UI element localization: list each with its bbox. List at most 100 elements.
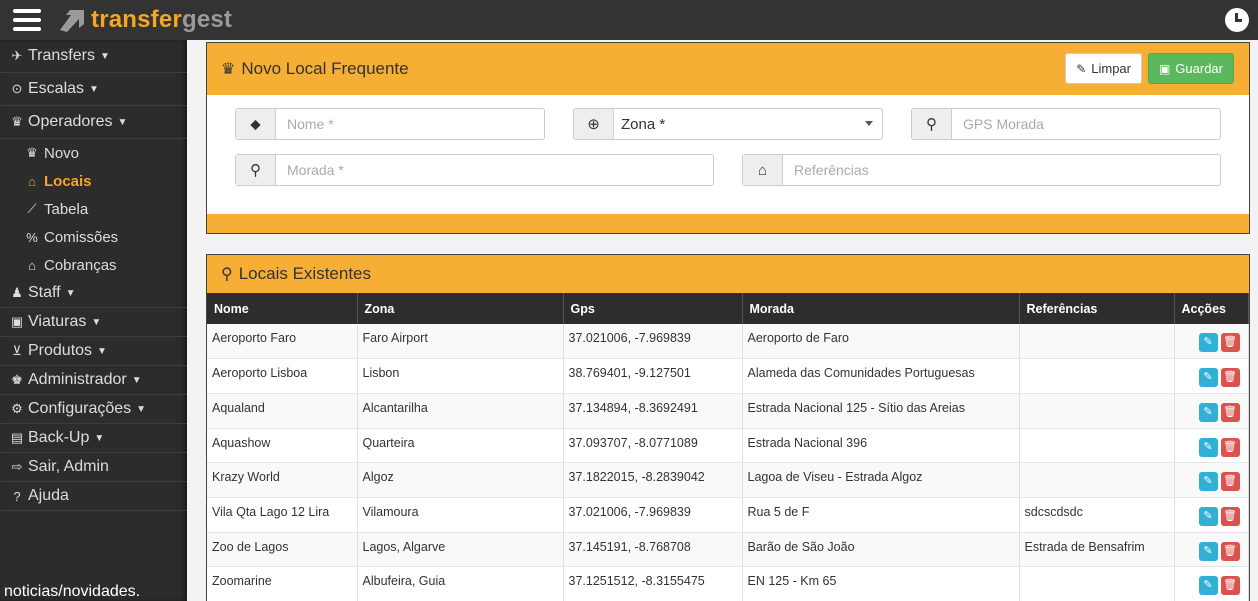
sidebar-item-ajuda[interactable]: ? Ajuda xyxy=(0,482,187,511)
chevron-down-icon: ▼ xyxy=(99,50,110,62)
chevron-down-icon: ▼ xyxy=(136,403,147,415)
cell-zona: Lisbon xyxy=(357,358,564,394)
table-row[interactable]: Zoomarine Albufeira, Guia 37.1251512, -8.3… xyxy=(207,566,1249,601)
gps-input[interactable] xyxy=(952,109,1220,139)
cell-actions: ✎ 🗑 xyxy=(1174,566,1249,601)
table-row[interactable]: Vila Qta Lago 12 Lira Vilamoura 37.021006,… xyxy=(207,497,1249,533)
trash-icon[interactable]: 🗑 xyxy=(1220,576,1240,596)
sidebar-item-label: Escalas xyxy=(28,80,85,97)
table-row[interactable]: Zoo de Lagos Lagos, Algarve 37.145191, -8.… xyxy=(207,532,1249,568)
cell-morada: Aeroporto de Faro xyxy=(742,324,1020,360)
sidebar-item-label: Ajuda xyxy=(28,487,69,504)
column-header[interactable]: Morada xyxy=(742,293,1020,324)
user-icon: ♟ xyxy=(11,285,23,300)
zona-field: ⊕ Zona * xyxy=(573,108,883,140)
table-row[interactable]: Aquashow Quarteira 37.093707, -8.0771089 Es… xyxy=(207,428,1249,464)
edit-icon[interactable]: ✎ xyxy=(1198,576,1218,596)
cell-gps: 37.021006, -7.969839 xyxy=(563,497,743,533)
cell-nome: Aqualand xyxy=(207,393,358,429)
table-row[interactable]: Aeroporto Lisboa Lisbon 38.769401, -9.1275… xyxy=(207,358,1249,394)
chevron-down-icon: ▼ xyxy=(117,116,128,128)
edit-icon[interactable]: ✎ xyxy=(1198,333,1218,352)
list-title: Locais Existentes xyxy=(238,264,372,283)
sidebar-item-viaturas[interactable]: ▣ Viaturas ▼ xyxy=(0,308,187,337)
news-link[interactable]: noticias/novidades. xyxy=(4,583,140,601)
zona-select[interactable]: Zona * xyxy=(614,109,882,139)
chevron-down-icon: ▼ xyxy=(91,316,102,328)
sidebar-sub-locais[interactable]: ⌂ Locais xyxy=(0,167,187,195)
edit-icon[interactable]: ✎ xyxy=(1198,437,1218,457)
cell-ref xyxy=(1019,393,1175,429)
map-marker-icon: ⚲ xyxy=(221,266,233,283)
sidebar-item-transfers[interactable]: ✈ Transfers ▼ xyxy=(0,40,187,73)
home-icon: ⌂ xyxy=(743,155,783,185)
sidebar-item-escalas[interactable]: ⊙ Escalas ▼ xyxy=(0,73,187,106)
admin-icon: ♚ xyxy=(11,372,23,387)
column-header[interactable]: Gps xyxy=(563,293,743,324)
crown-icon: ♛ xyxy=(11,114,23,129)
save-button[interactable]: ▣ Guardar xyxy=(1147,53,1234,84)
sidebar-sub-label: Novo xyxy=(44,144,80,162)
clock-icon[interactable] xyxy=(1225,8,1249,32)
column-header[interactable]: Referências xyxy=(1019,293,1175,324)
map-marker-icon: ⚲ xyxy=(912,109,952,139)
edit-icon[interactable]: ✎ xyxy=(1198,541,1218,561)
trash-icon[interactable]: 🗑 xyxy=(1220,541,1240,561)
trash-icon[interactable]: 🗑 xyxy=(1220,437,1240,457)
cell-morada: Barão de São João xyxy=(742,532,1020,568)
question-icon: ? xyxy=(13,488,21,504)
table-row[interactable]: Aeroporto Faro Faro Airport 37.021006, -7.… xyxy=(207,324,1249,360)
trash-icon[interactable]: 🗑 xyxy=(1220,402,1240,422)
edit-icon[interactable]: ✎ xyxy=(1198,368,1218,388)
trash-icon[interactable]: 🗑 xyxy=(1220,333,1240,352)
sidebar-sub-tabela[interactable]: ⟋ Tabela xyxy=(0,195,187,223)
sidebar-item-operadores[interactable]: ♛ Operadores ▼ xyxy=(0,106,187,139)
sidebar-sub-novo[interactable]: ♛ Novo xyxy=(0,139,187,167)
trash-icon[interactable]: 🗑 xyxy=(1220,472,1240,492)
referencias-input[interactable] xyxy=(783,155,1220,185)
sidebar-item-label: Produtos xyxy=(28,342,93,359)
sidebar-sub-cobrancas[interactable]: ⌂ Cobranças xyxy=(0,251,187,279)
save-label: Guardar xyxy=(1175,61,1223,76)
cell-actions: ✎ 🗑 xyxy=(1174,324,1249,360)
edit-icon[interactable]: ✎ xyxy=(1198,506,1218,526)
edit-icon[interactable]: ✎ xyxy=(1198,472,1218,492)
morada-input[interactable] xyxy=(276,155,713,185)
table-row[interactable]: Aqualand Alcantarilha 37.134894, -8.369249… xyxy=(207,393,1249,429)
logo[interactable]: transfergest xyxy=(57,6,232,34)
nome-input[interactable] xyxy=(276,109,544,139)
trash-icon[interactable]: 🗑 xyxy=(1220,506,1240,526)
sidebar-sub-label: Tabela xyxy=(44,200,89,218)
table-row[interactable]: Krazy World Algoz 37.1822015, -8.2839042 La… xyxy=(207,462,1249,498)
cell-zona: Lagos, Algarve xyxy=(357,532,564,568)
cell-actions: ✎ 🗑 xyxy=(1174,393,1249,429)
cell-ref xyxy=(1019,358,1175,394)
signout-icon: ⇨ xyxy=(11,459,23,474)
card-footer xyxy=(207,214,1249,233)
sidebar-sub-comissoes[interactable]: % Comissões xyxy=(0,223,187,251)
sidebar-item-configuracoes[interactable]: ⚙ Configurações ▼ xyxy=(0,395,187,424)
cell-ref: sdcscdsdc xyxy=(1019,497,1175,533)
cell-ref xyxy=(1019,566,1175,601)
cell-zona: Albufeira, Guia xyxy=(357,566,564,601)
cell-actions: ✎ 🗑 xyxy=(1174,462,1249,498)
trash-icon[interactable]: 🗑 xyxy=(1220,368,1240,388)
clear-button[interactable]: ✎ Limpar xyxy=(1065,53,1142,84)
column-header[interactable]: Zona xyxy=(357,293,564,324)
hamburger-menu-icon[interactable] xyxy=(13,9,41,31)
chevron-down-icon: ▼ xyxy=(94,432,105,444)
top-bar: transfergest xyxy=(0,0,1258,40)
sidebar-item-administrador[interactable]: ♚ Administrador ▼ xyxy=(0,366,187,395)
clock-icon: ⊙ xyxy=(11,81,23,96)
locations-list-card: ⚲ Locais Existentes Nome Zona Gps Morada… xyxy=(206,254,1250,601)
sidebar-item-sair[interactable]: ⇨ Sair, Admin xyxy=(0,453,187,482)
cell-gps: 38.769401, -9.127501 xyxy=(563,358,743,394)
cell-zona: Vilamoura xyxy=(357,497,564,533)
crosshair-icon: ⊕ xyxy=(574,109,614,139)
sidebar-item-backup[interactable]: ▤ Back-Up ▼ xyxy=(0,424,187,453)
save-icon: ▣ xyxy=(1158,61,1171,76)
sidebar-item-produtos[interactable]: ⊻ Produtos ▼ xyxy=(0,337,187,366)
column-header[interactable]: Nome xyxy=(207,293,358,324)
sidebar-item-staff[interactable]: ♟ Staff ▼ xyxy=(0,279,187,308)
edit-icon[interactable]: ✎ xyxy=(1198,402,1218,422)
